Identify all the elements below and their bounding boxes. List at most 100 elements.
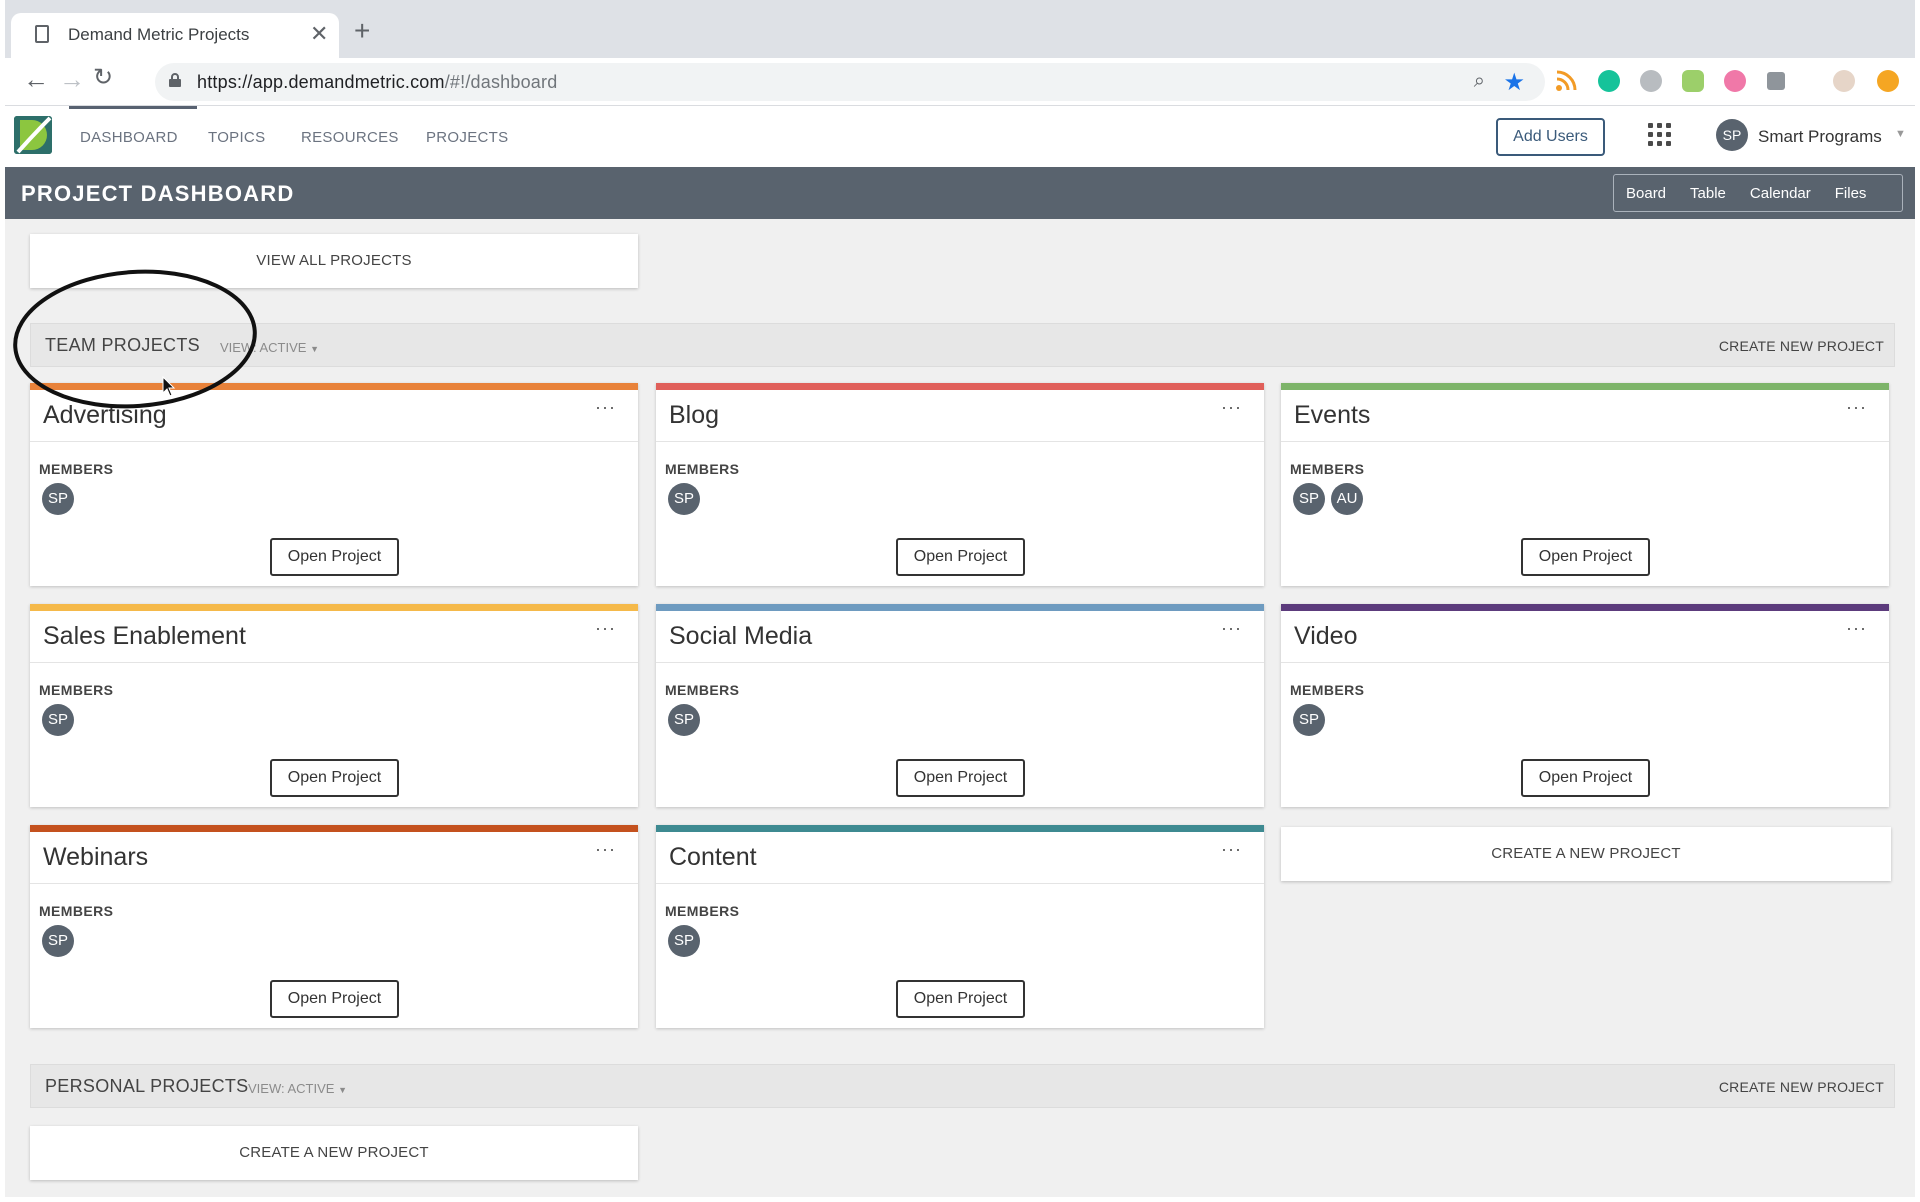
url-input[interactable]: https://app.demandmetric.com/#!/dashboar… [155, 63, 1545, 101]
more-options-icon[interactable]: ··· [1221, 397, 1242, 418]
members-label: MEMBERS [665, 903, 740, 919]
nav-dashboard[interactable]: DASHBOARD [80, 129, 178, 146]
personal-create-new-project-link[interactable]: CREATE NEW PROJECT [1719, 1079, 1884, 1095]
project-card: Content ··· MEMBERS SP Open Project [656, 825, 1264, 1028]
view-all-projects-button[interactable]: VIEW ALL PROJECTS [30, 234, 638, 288]
nav-active-indicator [69, 106, 197, 109]
view-board-button[interactable]: Board [1614, 185, 1678, 202]
apps-grid-icon[interactable] [1648, 123, 1672, 147]
card-divider [1281, 662, 1889, 663]
view-calendar-button[interactable]: Calendar [1738, 185, 1823, 202]
project-card: Social Media ··· MEMBERS SP Open Project [656, 604, 1264, 807]
project-color-bar [656, 604, 1264, 611]
caret-down-icon: ▼ [310, 344, 319, 354]
zoom-icon[interactable]: ⌕ [1474, 70, 1485, 93]
members-label: MEMBERS [665, 682, 740, 698]
update-icon[interactable] [1877, 70, 1899, 92]
more-options-icon[interactable]: ··· [595, 397, 616, 418]
team-view-filter-label: VIEW: ACTIVE [220, 340, 307, 355]
members-label: MEMBERS [1290, 682, 1365, 698]
page-title: PROJECT DASHBOARD [21, 181, 295, 206]
back-arrow-icon[interactable]: ← [23, 66, 49, 92]
member-avatar[interactable]: SP [1293, 483, 1325, 515]
reload-icon[interactable]: ↻ [93, 66, 113, 90]
card-divider [1281, 441, 1889, 442]
more-options-icon[interactable]: ··· [1846, 397, 1867, 418]
member-avatar[interactable]: SP [668, 925, 700, 957]
add-users-button[interactable]: Add Users [1496, 118, 1605, 156]
open-project-button[interactable]: Open Project [270, 538, 399, 576]
personal-projects-bar: PERSONAL PROJECTS VIEW: ACTIVE ▼ CREATE … [30, 1064, 1895, 1108]
nav-topics[interactable]: TOPICS [208, 129, 265, 146]
card-divider [30, 883, 638, 884]
nav-resources[interactable]: RESOURCES [301, 129, 399, 146]
personal-view-filter-label: VIEW: ACTIVE [248, 1081, 335, 1096]
member-avatar[interactable]: SP [42, 704, 74, 736]
profile-avatar-icon[interactable] [1833, 70, 1855, 92]
member-avatars: SP [668, 704, 700, 736]
user-menu[interactable]: Smart Programs [1758, 127, 1882, 147]
new-tab-button[interactable]: + [354, 17, 370, 45]
members-label: MEMBERS [1290, 461, 1365, 477]
project-name: Content [669, 843, 757, 871]
member-avatar[interactable]: SP [668, 483, 700, 515]
team-create-project-label: CREATE A NEW PROJECT [1491, 845, 1681, 862]
project-card: Webinars ··· MEMBERS SP Open Project [30, 825, 638, 1028]
view-switcher: Board Table Calendar Files [1613, 174, 1903, 212]
member-avatars: SP [1293, 704, 1325, 736]
team-create-project-card[interactable]: CREATE A NEW PROJECT [1281, 827, 1891, 881]
url-host: https://app.demandmetric.com [197, 72, 445, 92]
open-project-button[interactable]: Open Project [1521, 759, 1650, 797]
card-divider [30, 441, 638, 442]
project-name: Video [1294, 622, 1358, 650]
more-options-icon[interactable]: ··· [1221, 618, 1242, 639]
personal-create-project-card[interactable]: CREATE A NEW PROJECT [30, 1126, 638, 1180]
rss-icon[interactable] [1555, 70, 1577, 92]
project-name: Webinars [43, 843, 149, 871]
member-avatars: SP [42, 704, 74, 736]
view-all-projects-label: VIEW ALL PROJECTS [256, 252, 412, 269]
project-card: Advertising ··· MEMBERS SP Open Project [30, 383, 638, 586]
nav-projects[interactable]: PROJECTS [426, 129, 508, 146]
view-files-button[interactable]: Files [1823, 185, 1879, 202]
bookmark-star-icon[interactable]: ★ [1503, 68, 1525, 97]
member-avatar[interactable]: SP [42, 483, 74, 515]
close-icon[interactable]: ✕ [310, 21, 328, 47]
member-avatar[interactable]: AU [1331, 483, 1363, 515]
member-avatars: SP [42, 925, 74, 957]
extension-pink-icon[interactable] [1724, 70, 1746, 92]
more-options-icon[interactable]: ··· [595, 839, 616, 860]
more-options-icon[interactable]: ··· [595, 618, 616, 639]
personal-view-filter[interactable]: VIEW: ACTIVE ▼ [248, 1081, 347, 1096]
demand-metric-logo[interactable] [14, 116, 52, 154]
personal-create-project-label: CREATE A NEW PROJECT [239, 1144, 429, 1161]
forward-arrow-icon[interactable]: → [59, 66, 85, 92]
project-card: Blog ··· MEMBERS SP Open Project [656, 383, 1264, 586]
open-project-button[interactable]: Open Project [270, 980, 399, 1018]
open-project-button[interactable]: Open Project [896, 759, 1025, 797]
open-project-button[interactable]: Open Project [1521, 538, 1650, 576]
user-avatar[interactable]: SP [1716, 119, 1748, 151]
chevron-down-icon[interactable]: ▼ [1895, 128, 1906, 140]
url-text: https://app.demandmetric.com/#!/dashboar… [197, 72, 557, 93]
more-options-icon[interactable]: ··· [1846, 618, 1867, 639]
member-avatar[interactable]: SP [42, 925, 74, 957]
open-project-button[interactable]: Open Project [896, 980, 1025, 1018]
team-view-filter[interactable]: VIEW: ACTIVE ▼ [220, 340, 319, 355]
view-table-button[interactable]: Table [1678, 185, 1738, 202]
android-icon[interactable] [1682, 70, 1704, 92]
open-project-button[interactable]: Open Project [270, 759, 399, 797]
team-create-new-project-link[interactable]: CREATE NEW PROJECT [1719, 338, 1884, 354]
member-avatar[interactable]: SP [668, 704, 700, 736]
browser-tab[interactable]: Demand Metric Projects ✕ [11, 13, 339, 58]
caret-down-icon: ▼ [338, 1085, 347, 1095]
extension-grey-icon[interactable] [1767, 72, 1785, 90]
project-color-bar [1281, 604, 1889, 611]
member-avatars: SP AU [1293, 483, 1363, 515]
extension-t-icon[interactable] [1640, 70, 1662, 92]
more-options-icon[interactable]: ··· [1221, 839, 1242, 860]
member-avatar[interactable]: SP [1293, 704, 1325, 736]
open-project-button[interactable]: Open Project [896, 538, 1025, 576]
grammarly-icon[interactable] [1598, 70, 1620, 92]
project-card: Events ··· MEMBERS SP AU Open Project [1281, 383, 1889, 586]
